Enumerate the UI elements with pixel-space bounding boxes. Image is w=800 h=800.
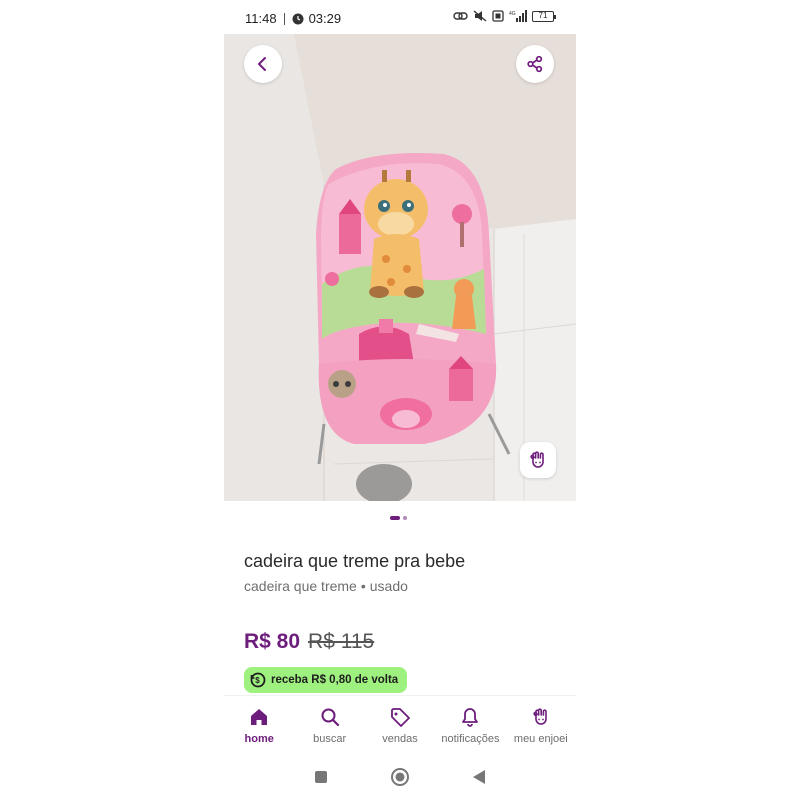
product-old-price: R$ 115 (308, 630, 375, 653)
product-photo-illustration (224, 34, 576, 501)
enjoei-hand-icon (530, 451, 544, 468)
nav-label-notificacoes: notificações (441, 733, 500, 745)
mute-icon (473, 10, 487, 22)
status-timer: 03:29 (308, 11, 342, 26)
cashback-text: receba R$ 0,80 de volta (271, 674, 399, 686)
nav-item-buscar[interactable]: buscar (294, 696, 364, 757)
nav-item-meu-enjoei[interactable]: meu enjoei (506, 696, 576, 757)
nav-label-home: home (244, 733, 274, 745)
status-divider (283, 12, 285, 25)
back-button[interactable] (244, 45, 282, 83)
product-category: cadeira que treme (244, 578, 357, 594)
timer-icon (292, 13, 304, 24)
system-nav-bar (224, 760, 576, 794)
nav-item-notificacoes[interactable]: notificações (435, 696, 505, 757)
product-photo[interactable] (224, 34, 576, 501)
product-price: R$ 80 (244, 630, 301, 653)
nav-label-meu-enjoei: meu enjoei (513, 733, 568, 745)
recents-icon[interactable] (314, 770, 328, 784)
nav-label-vendas: vendas (382, 733, 418, 745)
app-screen: 11:48 03:29 4G 71 cadeira que treme pra … (224, 0, 576, 800)
pager-dot-active[interactable] (390, 516, 400, 520)
signal-icon: 4G (509, 10, 527, 22)
back-triangle-icon[interactable] (472, 769, 486, 785)
bottom-nav: home buscar vendas notificações meu enjo… (224, 695, 576, 757)
cashback-badge[interactable]: $ receba R$ 0,80 de volta (244, 667, 408, 693)
cashback-icon: $ (250, 672, 266, 688)
link-icon (453, 12, 468, 20)
photo-pager (390, 516, 407, 520)
enjoei-button[interactable] (520, 442, 556, 478)
tag-icon (391, 708, 410, 727)
pager-dot[interactable] (403, 516, 407, 520)
status-left: 11:48 03:29 (245, 11, 341, 26)
product-subtitle: cadeira que treme • usado (244, 578, 408, 594)
product-condition: usado (369, 578, 408, 594)
nav-label-buscar: buscar (313, 733, 347, 745)
battery-icon: 71 (532, 10, 556, 22)
svg-text:$: $ (255, 676, 260, 685)
subtitle-separator: • (360, 578, 366, 594)
status-bar: 11:48 03:29 4G 71 (224, 0, 576, 34)
enjoei-hand-icon (533, 708, 547, 725)
battery-level: 71 (538, 10, 548, 20)
bell-icon (462, 708, 479, 727)
price-row: R$ 80 R$ 115 (244, 630, 374, 654)
status-right: 4G 71 (453, 10, 556, 22)
nav-item-home[interactable]: home (224, 696, 294, 757)
search-icon (321, 708, 339, 727)
data-saver-icon (492, 10, 504, 22)
product-title: cadeira que treme pra bebe (244, 551, 466, 571)
share-icon (527, 55, 543, 73)
svg-text:4G: 4G (509, 11, 516, 17)
home-circle-icon[interactable] (390, 767, 410, 787)
status-time: 11:48 (245, 11, 277, 26)
nav-item-vendas[interactable]: vendas (365, 696, 435, 757)
home-icon (251, 709, 268, 725)
share-button[interactable] (516, 45, 554, 83)
chevron-left-icon (258, 57, 266, 71)
